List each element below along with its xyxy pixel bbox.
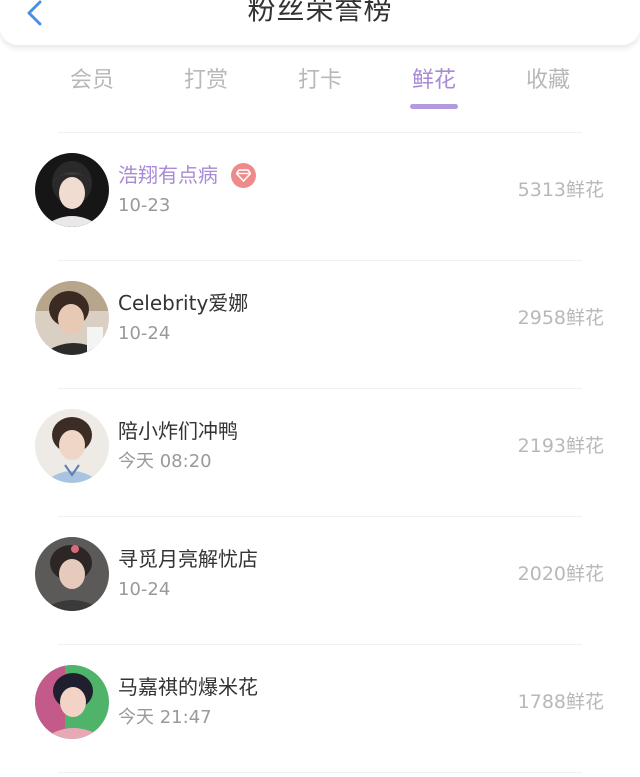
tab-checkin[interactable]: 打卡 [280,66,360,96]
fan-name: Celebrity爱娜 [118,291,249,315]
list-item[interactable]: 浩翔有点病 10-23 5313鲜花 [0,133,640,260]
active-tab-indicator [410,104,458,109]
diamond-icon [231,163,256,188]
flower-count: 5313鲜花 [517,179,604,201]
flower-count: 1788鲜花 [517,691,604,713]
tab-rewards[interactable]: 打赏 [166,66,246,96]
fan-date: 今天 08:20 [118,451,212,472]
flower-count: 2958鲜花 [517,307,604,329]
avatar[interactable] [35,665,109,739]
tab-bar: 会员 打赏 打卡 鲜花 收藏 [0,60,640,114]
list-item[interactable]: Celebrity爱娜 10-24 2958鲜花 [0,261,640,388]
ranking-list: 浩翔有点病 10-23 5313鲜花 Celebrity爱娜 10-24 295… [0,132,640,773]
fan-name: 寻觅月亮解忧店 [118,547,258,571]
flower-count: 2020鲜花 [517,563,604,585]
fan-name: 马嘉祺的爆米花 [118,675,258,699]
list-item[interactable]: 马嘉祺的爆米花 今天 21:47 1788鲜花 [0,645,640,772]
flower-count: 2193鲜花 [517,435,604,457]
avatar[interactable] [35,537,109,611]
avatar[interactable] [35,281,109,355]
fan-date: 10-24 [118,579,171,600]
fan-name: 浩翔有点病 [118,163,218,187]
avatar[interactable] [35,409,109,483]
top-bar: 粉丝荣誉榜 [0,0,640,46]
list-item[interactable]: 陪小炸们冲鸭 今天 08:20 2193鲜花 [0,389,640,516]
tab-flowers[interactable]: 鲜花 [394,66,474,96]
fan-date: 10-23 [118,195,171,216]
list-item[interactable]: 寻觅月亮解忧店 10-24 2020鲜花 [0,517,640,644]
fan-name: 陪小炸们冲鸭 [118,419,238,443]
divider [58,772,582,773]
tab-members[interactable]: 会员 [52,66,132,96]
fan-date: 今天 21:47 [118,707,212,728]
avatar[interactable] [35,153,109,227]
tab-favorites[interactable]: 收藏 [508,66,588,96]
fan-date: 10-24 [118,323,171,344]
page-title: 粉丝荣誉榜 [247,0,393,26]
